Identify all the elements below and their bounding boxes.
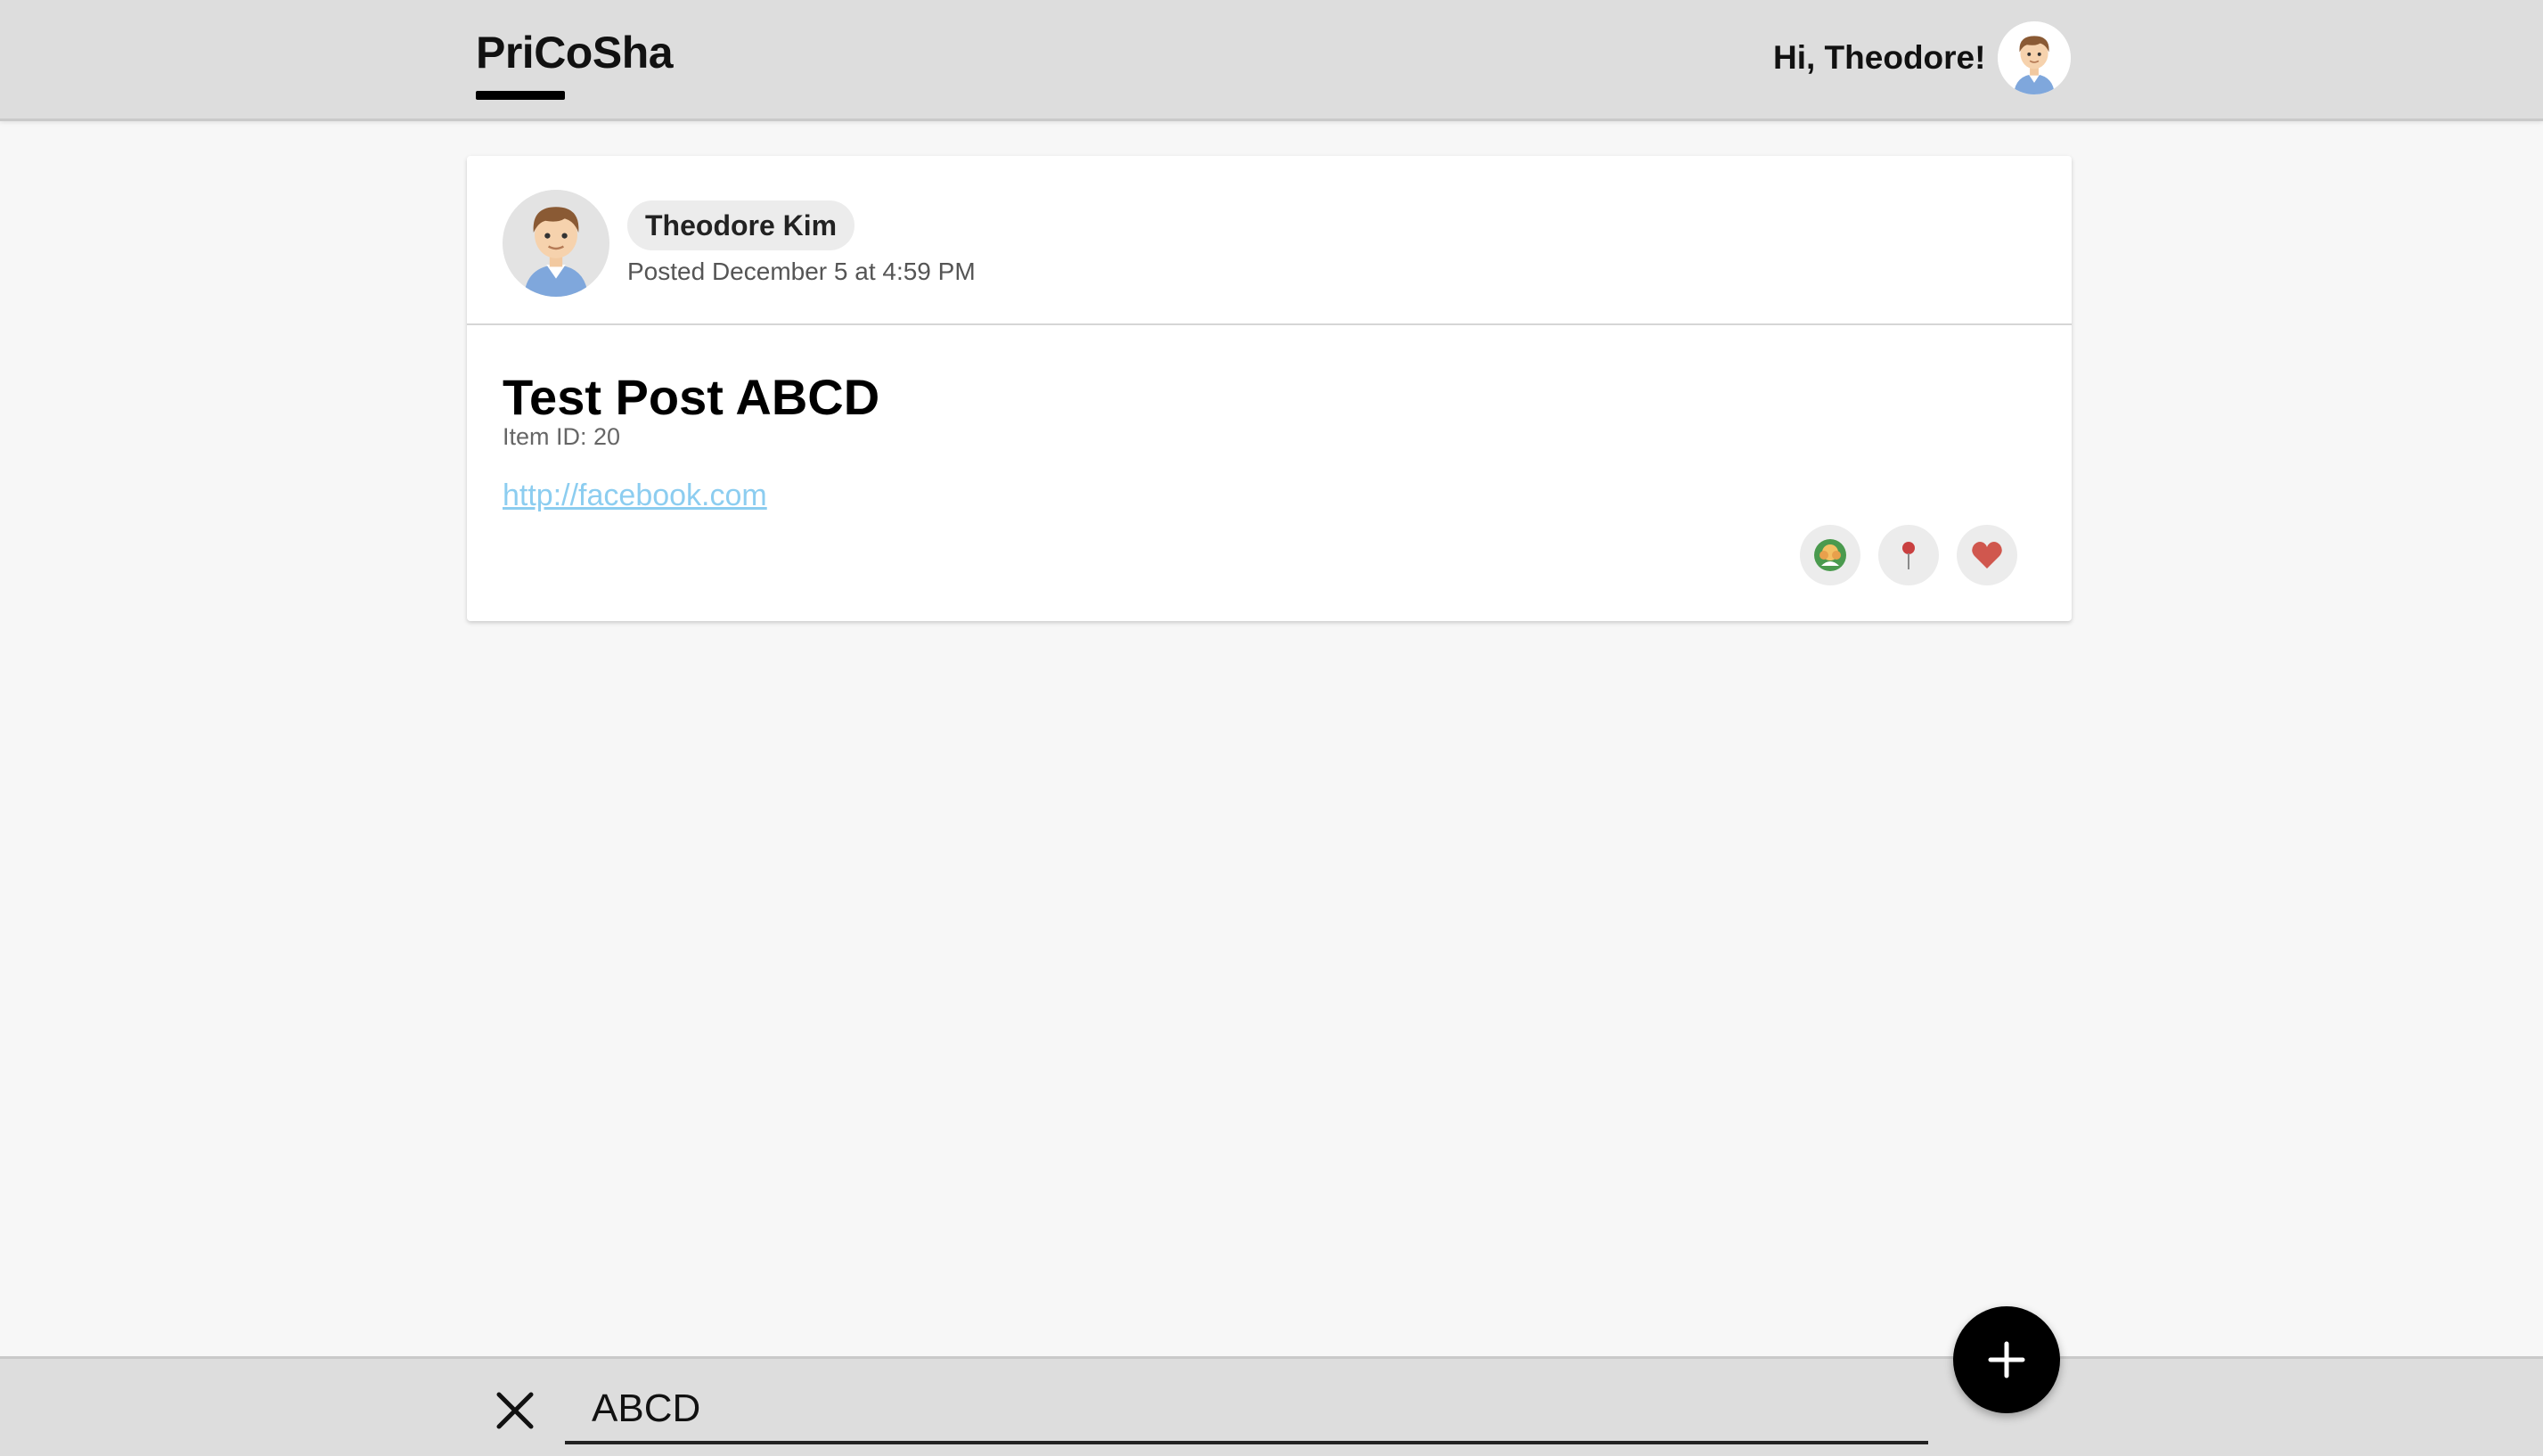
user-greeting: Hi, Theodore! <box>1773 39 1986 76</box>
post-title: Test Post ABCD <box>503 369 880 425</box>
post-author-avatar[interactable] <box>503 190 609 297</box>
boy-avatar-icon <box>503 190 609 297</box>
post-item-id: Item ID: 20 <box>503 423 621 450</box>
post-timestamp: Posted December 5 at 4:59 PM <box>627 258 976 285</box>
friend-group-icon <box>1814 539 1846 571</box>
pin-icon <box>1902 542 1915 569</box>
close-search-button[interactable] <box>490 1386 540 1436</box>
search-bar <box>0 1356 2543 1456</box>
add-post-button[interactable] <box>1953 1306 2060 1413</box>
close-icon <box>496 1392 534 1429</box>
brand-logo[interactable]: PriCoSha <box>476 27 674 78</box>
post-header: Theodore Kim Posted December 5 at 4:59 P… <box>467 156 2072 325</box>
plus-icon <box>1988 1341 2025 1378</box>
user-avatar[interactable] <box>1998 21 2071 94</box>
post-card: Theodore Kim Posted December 5 at 4:59 P… <box>467 156 2072 621</box>
top-navbar: PriCoSha Hi, Theodore! <box>0 0 2543 121</box>
post-link[interactable]: http://facebook.com <box>503 479 767 513</box>
tag-friends-button[interactable] <box>1800 525 1860 585</box>
search-input[interactable] <box>565 1377 1928 1444</box>
pin-button[interactable] <box>1878 525 1939 585</box>
heart-icon <box>1972 542 2002 568</box>
brand-active-underline <box>476 91 565 100</box>
like-button[interactable] <box>1957 525 2017 585</box>
boy-avatar-icon <box>1998 21 2071 94</box>
post-author-name[interactable]: Theodore Kim <box>627 200 855 250</box>
